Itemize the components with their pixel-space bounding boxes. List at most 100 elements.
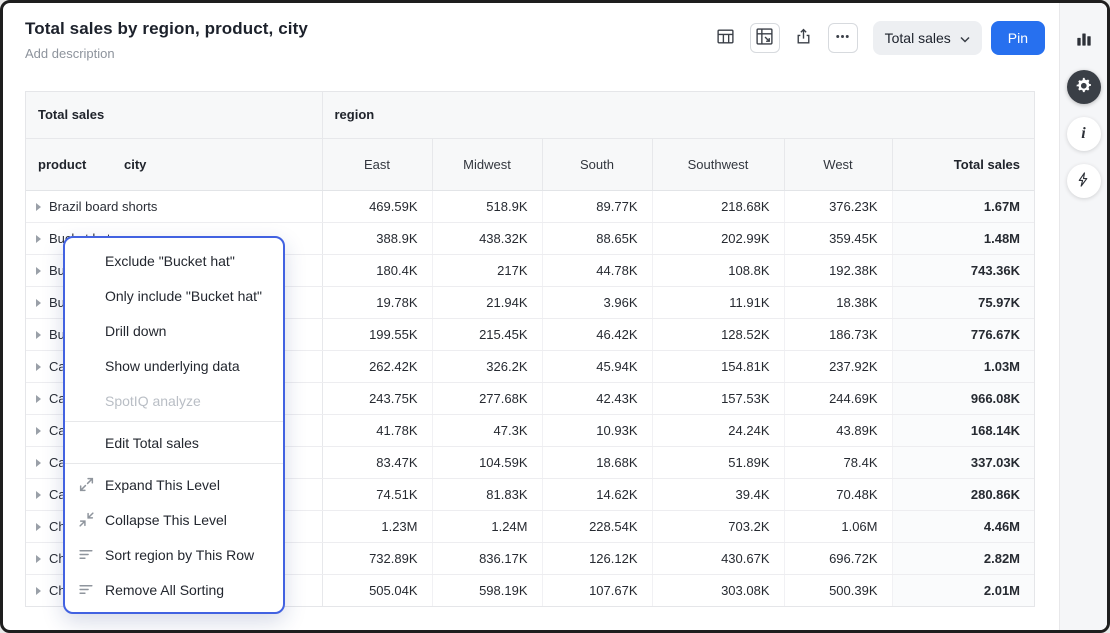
expand-caret-icon[interactable] — [36, 235, 41, 243]
value-cell: 2.82M — [892, 542, 1034, 574]
menu-item-label: Exclude "Bucket hat" — [105, 253, 235, 269]
row-dim-city: city — [124, 157, 146, 172]
value-cell: 168.14K — [892, 414, 1034, 446]
settings-button[interactable] — [1067, 70, 1101, 104]
value-cell: 51.89K — [652, 446, 784, 478]
menu-item-label: Show underlying data — [105, 358, 240, 374]
column-header-midwest[interactable]: Midwest — [432, 138, 542, 190]
value-cell: 10.93K — [542, 414, 652, 446]
value-cell: 243.75K — [322, 382, 432, 414]
column-header-west[interactable]: West — [784, 138, 892, 190]
value-cell: 3.96K — [542, 286, 652, 318]
expand-caret-icon[interactable] — [36, 203, 41, 211]
value-cell: 41.78K — [322, 414, 432, 446]
menu-item-exclude-bucket-hat[interactable]: Exclude "Bucket hat" — [65, 243, 283, 278]
column-header-east[interactable]: East — [322, 138, 432, 190]
value-cell: 44.78K — [542, 254, 652, 286]
expand-caret-icon[interactable] — [36, 587, 41, 595]
menu-item-label: Only include "Bucket hat" — [105, 288, 262, 304]
menu-item-only-include-bucket-hat[interactable]: Only include "Bucket hat" — [65, 278, 283, 313]
value-cell: 438.32K — [432, 222, 542, 254]
sort-icon — [78, 581, 95, 598]
measure-dropdown[interactable]: Total sales — [873, 21, 982, 55]
value-cell: 376.23K — [784, 190, 892, 222]
spotiq-button[interactable] — [1067, 164, 1101, 198]
row-label-brazil-board-shorts[interactable]: Brazil board shorts — [26, 190, 322, 222]
value-cell: 359.45K — [784, 222, 892, 254]
add-description-link[interactable]: Add description — [25, 46, 308, 61]
column-header-southwest[interactable]: Southwest — [652, 138, 784, 190]
value-cell: 43.89K — [784, 414, 892, 446]
menu-divider — [65, 421, 283, 422]
expand-caret-icon[interactable] — [36, 363, 41, 371]
value-cell: 202.99K — [652, 222, 784, 254]
expand-caret-icon[interactable] — [36, 491, 41, 499]
menu-item-label: Sort region by This Row — [105, 547, 254, 563]
value-cell: 89.77K — [542, 190, 652, 222]
share-button[interactable] — [789, 23, 819, 53]
menu-item-drill-down[interactable]: Drill down — [65, 313, 283, 348]
value-cell: 217K — [432, 254, 542, 286]
value-cell: 337.03K — [892, 446, 1034, 478]
value-cell: 505.04K — [322, 574, 432, 606]
menu-item-sort-region-by-this-row[interactable]: Sort region by This Row — [65, 537, 283, 572]
measure-corner-label: Total sales — [26, 92, 322, 138]
value-cell: 262.42K — [322, 350, 432, 382]
expand-caret-icon[interactable] — [36, 523, 41, 531]
menu-item-show-underlying-data[interactable]: Show underlying data — [65, 348, 283, 383]
pin-button[interactable]: Pin — [991, 21, 1045, 55]
expand-caret-icon[interactable] — [36, 459, 41, 467]
value-cell: 19.78K — [322, 286, 432, 318]
expand-caret-icon[interactable] — [36, 267, 41, 275]
answer-header: Total sales by region, product, city Add… — [3, 3, 1059, 91]
value-cell: 70.48K — [784, 478, 892, 510]
menu-item-collapse-this-level[interactable]: Collapse This Level — [65, 502, 283, 537]
menu-item-label: Remove All Sorting — [105, 582, 224, 598]
value-cell: 696.72K — [784, 542, 892, 574]
app-window: Total sales by region, product, city Add… — [0, 0, 1110, 633]
expand-caret-icon[interactable] — [36, 395, 41, 403]
value-cell: 277.68K — [432, 382, 542, 414]
menu-item-remove-all-sorting[interactable]: Remove All Sorting — [65, 572, 283, 607]
value-cell: 75.97K — [892, 286, 1034, 318]
value-cell: 108.8K — [652, 254, 784, 286]
pivot-view-button[interactable] — [750, 23, 780, 53]
value-cell: 83.47K — [322, 446, 432, 478]
value-cell: 469.59K — [322, 190, 432, 222]
value-cell: 598.19K — [432, 574, 542, 606]
value-cell: 966.08K — [892, 382, 1034, 414]
value-cell: 743.36K — [892, 254, 1034, 286]
value-cell: 128.52K — [652, 318, 784, 350]
value-cell: 1.67M — [892, 190, 1034, 222]
value-cell: 21.94K — [432, 286, 542, 318]
value-cell: 45.94K — [542, 350, 652, 382]
expand-caret-icon[interactable] — [36, 331, 41, 339]
value-cell: 4.46M — [892, 510, 1034, 542]
menu-item-expand-this-level[interactable]: Expand This Level — [65, 467, 283, 502]
column-header-total-sales[interactable]: Total sales — [892, 138, 1034, 190]
value-cell: 186.73K — [784, 318, 892, 350]
menu-item-edit-total-sales[interactable]: Edit Total sales — [65, 425, 283, 460]
pivot-view-icon — [755, 27, 774, 49]
column-header-south[interactable]: South — [542, 138, 652, 190]
sort-icon — [78, 546, 95, 563]
expand-caret-icon[interactable] — [36, 299, 41, 307]
table-view-icon — [716, 27, 735, 49]
share-icon — [794, 27, 813, 49]
expand-caret-icon[interactable] — [36, 555, 41, 563]
value-cell: 237.92K — [784, 350, 892, 382]
value-cell: 244.69K — [784, 382, 892, 414]
value-cell: 2.01M — [892, 574, 1034, 606]
info-button[interactable]: i — [1067, 117, 1101, 151]
chart-config-button[interactable] — [1067, 23, 1101, 57]
more-options-button[interactable] — [828, 23, 858, 53]
value-cell: 46.42K — [542, 318, 652, 350]
value-cell: 430.67K — [652, 542, 784, 574]
page-title: Total sales by region, product, city — [25, 19, 308, 39]
context-menu: Exclude "Bucket hat" Only include "Bucket… — [63, 236, 285, 614]
info-icon: i — [1081, 125, 1085, 143]
expand-caret-icon[interactable] — [36, 427, 41, 435]
table-view-button[interactable] — [711, 23, 741, 53]
value-cell: 180.4K — [322, 254, 432, 286]
value-cell: 228.54K — [542, 510, 652, 542]
